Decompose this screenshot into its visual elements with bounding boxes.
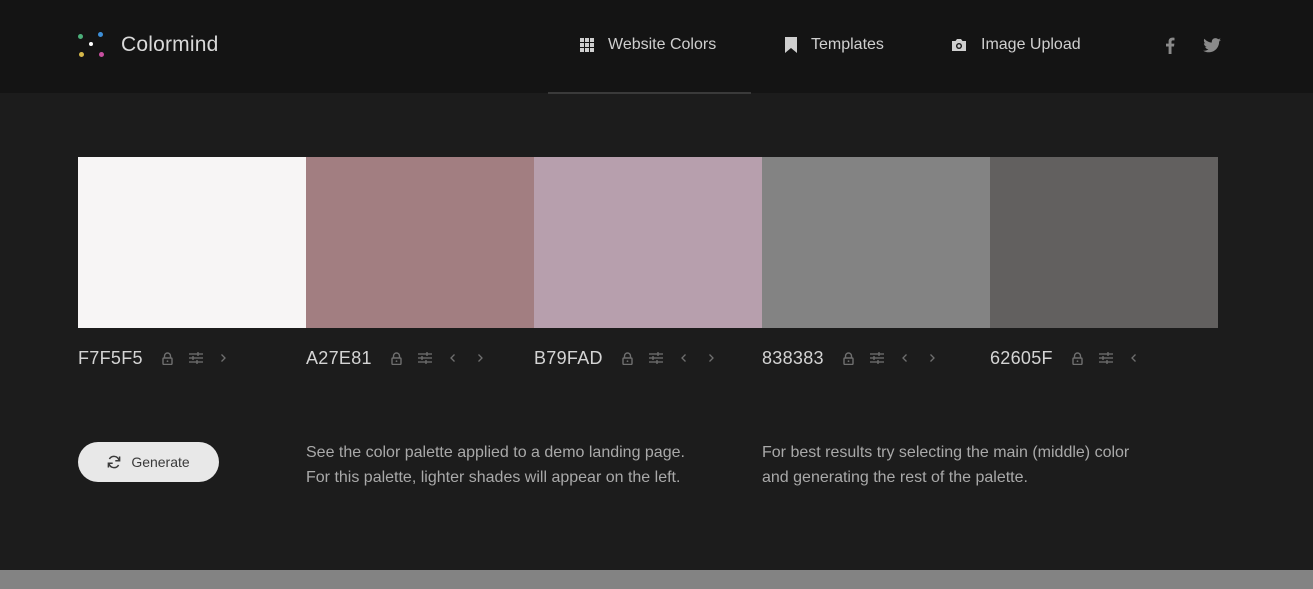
chevron-right-icon[interactable]: [217, 351, 231, 365]
nav-templates[interactable]: Templates: [785, 33, 884, 57]
swatch-controls-5: 62605F: [990, 346, 1155, 370]
adjust-sliders-icon[interactable]: [869, 351, 884, 365]
bookmark-icon: [785, 37, 797, 53]
info-line: See the color palette applied to a demo …: [306, 444, 685, 461]
lock-icon[interactable]: [390, 351, 404, 365]
brand-name[interactable]: Colormind: [121, 33, 219, 57]
palette-swatch-2[interactable]: [306, 157, 534, 328]
palette-swatch-1[interactable]: [78, 157, 306, 328]
grid-icon: [580, 38, 594, 52]
nav-website-colors[interactable]: Website Colors: [580, 33, 716, 57]
camera-icon: [951, 38, 967, 52]
facebook-icon[interactable]: [1161, 36, 1179, 54]
nav-website-colors-label: Website Colors: [608, 36, 717, 53]
info-line: For best results try selecting the main …: [762, 444, 1130, 461]
nav-image-upload[interactable]: Image Upload: [951, 33, 1081, 57]
info-line: For this palette, lighter shades will ap…: [306, 469, 681, 486]
refresh-icon: [107, 455, 121, 469]
tips-info-text: For best results try selecting the main …: [762, 440, 1182, 490]
demo-info-text: See the color palette applied to a demo …: [306, 440, 726, 490]
chevron-left-icon[interactable]: [446, 351, 460, 365]
generate-button-label: Generate: [131, 454, 190, 470]
adjust-sliders-icon[interactable]: [1098, 351, 1113, 365]
adjust-sliders-icon[interactable]: [417, 351, 432, 365]
hex-value[interactable]: F7F5F5: [78, 348, 143, 369]
palette-swatch-3[interactable]: [534, 157, 762, 328]
swatch-controls-1: F7F5F5: [78, 346, 245, 370]
palette-preview-band: [0, 570, 1313, 589]
chevron-left-icon[interactable]: [898, 351, 912, 365]
colormind-logo-icon[interactable]: [78, 31, 106, 59]
nav-templates-label: Templates: [811, 36, 884, 53]
hex-value[interactable]: 838383: [762, 348, 824, 369]
nav-image-upload-label: Image Upload: [981, 36, 1081, 53]
info-line: and generating the rest of the palette.: [762, 469, 1028, 486]
swatch-controls-2: A27E81: [306, 346, 502, 370]
swatch-controls-3: B79FAD: [534, 346, 733, 370]
chevron-right-icon[interactable]: [474, 351, 488, 365]
chevron-left-icon[interactable]: [677, 351, 691, 365]
hex-value[interactable]: A27E81: [306, 348, 372, 369]
lock-icon[interactable]: [1071, 351, 1085, 365]
lock-icon[interactable]: [621, 351, 635, 365]
lock-icon[interactable]: [842, 351, 856, 365]
chevron-right-icon[interactable]: [926, 351, 940, 365]
swatch-controls-4: 838383: [762, 346, 954, 370]
generate-button[interactable]: Generate: [78, 442, 219, 482]
palette-swatch-4[interactable]: [762, 157, 990, 328]
hex-value[interactable]: 62605F: [990, 348, 1053, 369]
palette-swatch-5[interactable]: [990, 157, 1218, 328]
twitter-icon[interactable]: [1203, 36, 1221, 54]
nav-active-indicator: [548, 92, 751, 94]
chevron-left-icon[interactable]: [1127, 351, 1141, 365]
hex-value[interactable]: B79FAD: [534, 348, 603, 369]
adjust-sliders-icon[interactable]: [188, 351, 203, 365]
lock-icon[interactable]: [161, 351, 175, 365]
top-navigation-bar: Colormind Website Colors Templates Image…: [0, 0, 1313, 94]
chevron-right-icon[interactable]: [705, 351, 719, 365]
adjust-sliders-icon[interactable]: [648, 351, 663, 365]
